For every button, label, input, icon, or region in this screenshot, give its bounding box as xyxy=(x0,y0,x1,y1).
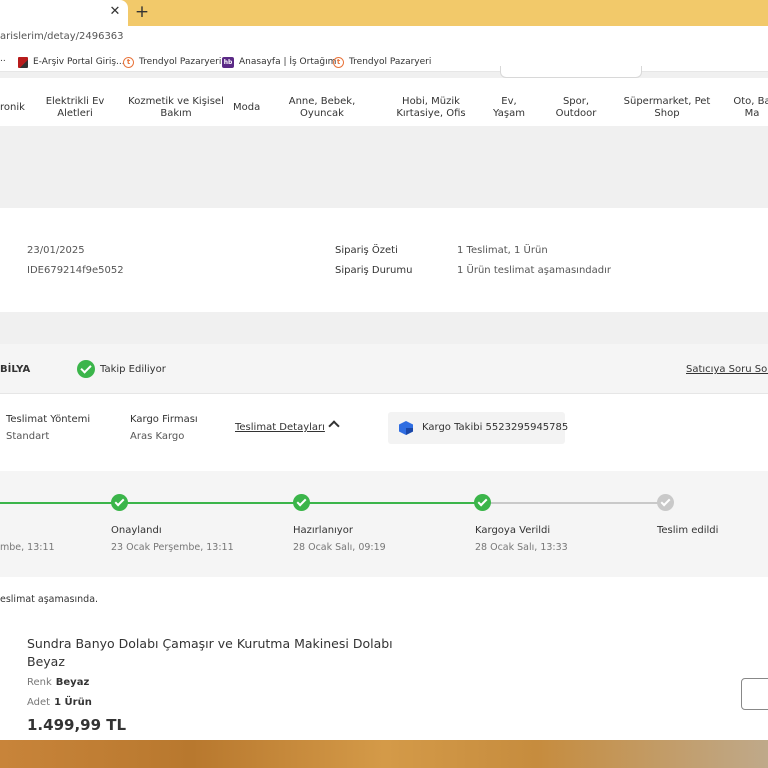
delivery-method-label: Teslimat Yöntemi xyxy=(6,414,91,425)
product-price: 1.499,99 TL xyxy=(27,716,127,734)
browser-tab-bar: ✕ + xyxy=(0,0,768,26)
color-label: Renk xyxy=(27,677,52,688)
qty-label: Adet xyxy=(27,697,51,708)
step-check-icon xyxy=(111,494,128,511)
order-summary-value: 1 Teslimat, 1 Ürün xyxy=(457,245,548,256)
step-label: Teslim edildi xyxy=(657,525,719,536)
chevron-up-icon[interactable] xyxy=(328,420,340,432)
cargo-tracking-button[interactable]: Kargo Takibi 5523295945785 xyxy=(388,412,569,444)
product-color: Renk Beyaz xyxy=(27,677,89,688)
nav-item-ev-yasam[interactable]: Ev, Yaşam xyxy=(492,96,526,120)
nav-item-supermarket[interactable]: Süpermarket, Pet Shop xyxy=(620,96,714,120)
order-status-label: Sipariş Durumu xyxy=(335,265,413,276)
nav-item-kozmetik[interactable]: Kozmetik ve Kişisel Bakım xyxy=(128,96,224,120)
step-date: 23 Ocak Perşembe, 13:11 xyxy=(111,542,234,553)
step-check-icon xyxy=(474,494,491,511)
category-nav: ronik Elektrikli Ev Aletleri Kozmetik ve… xyxy=(0,78,768,126)
package-icon xyxy=(399,421,413,435)
nav-item-hobi[interactable]: Hobi, Müzik Kırtasiye, Ofis xyxy=(392,96,470,120)
tracking-status: Takip Ediliyor xyxy=(100,364,166,375)
step-date: 28 Ocak Salı, 13:33 xyxy=(475,542,568,553)
bookmark-e-arsiv[interactable]: E-Arşiv Portal Giriş... xyxy=(18,55,125,69)
step-date: 28 Ocak Salı, 09:19 xyxy=(293,542,386,553)
nav-item-elektrikli-ev[interactable]: Elektrikli Ev Aletleri xyxy=(44,96,106,120)
delivery-details-link[interactable]: Teslimat Detayları xyxy=(235,422,325,433)
step-check-icon xyxy=(293,494,310,511)
bookmark-anasayfa[interactable]: hb Anasayfa | İş Ortağım xyxy=(222,55,336,69)
trendyol-icon: t xyxy=(123,56,134,68)
seller-header: BİLYA Takip Ediliyor Satıcıya Soru Sor xyxy=(0,344,768,394)
product-quantity: Adet 1 Ürün xyxy=(27,697,92,708)
color-value: Beyaz xyxy=(55,677,90,688)
order-progress: mbe, 13:11 Onaylandı 23 Ocak Perşembe, 1… xyxy=(0,471,768,577)
pdf-icon xyxy=(18,56,28,68)
order-status-value: 1 Ürün teslimat aşamasındadır xyxy=(457,265,612,276)
ask-seller-link[interactable]: Satıcıya Soru Sor xyxy=(686,364,768,375)
bookmark-trendyol-1[interactable]: t Trendyol Pazaryeri xyxy=(123,55,221,69)
address-bar[interactable]: arislerim/detay/2496363 xyxy=(0,26,768,50)
delivery-status-note: eslimat aşamasında. xyxy=(0,594,99,605)
cargo-tracking-text: Kargo Takibi 5523295945785 xyxy=(422,422,569,433)
nav-item-anne-bebek[interactable]: Anne, Bebek, Oyuncak xyxy=(286,96,358,120)
product-title[interactable]: Sundra Banyo Dolabı Çamaşır ve Kurutma M… xyxy=(27,635,407,671)
step-label: Onaylandı xyxy=(111,525,162,536)
step-pending-icon xyxy=(657,494,674,511)
progress-line-pending xyxy=(483,502,666,504)
step-date-partial: mbe, 13:11 xyxy=(0,542,55,553)
check-icon xyxy=(77,360,95,378)
product-action-button[interactable] xyxy=(741,678,768,710)
close-tab-icon[interactable]: ✕ xyxy=(108,4,122,20)
delivery-info: Teslimat Yöntemi Standart Kargo Firması … xyxy=(0,394,768,471)
order-summary-label: Sipariş Özeti xyxy=(335,245,398,256)
product-card: eslimat aşamasında. Sundra Banyo Dolabı … xyxy=(0,577,768,740)
trendyol-icon: t xyxy=(333,56,344,68)
search-box-edge[interactable] xyxy=(500,66,642,78)
bookmark-label: Trendyol Pazaryeri xyxy=(139,57,222,67)
qty-value: 1 Ürün xyxy=(54,697,92,708)
new-tab-button[interactable]: + xyxy=(134,3,150,21)
hb-icon: hb xyxy=(222,56,234,68)
order-number: IDE679214f9e5052 xyxy=(27,265,124,276)
nav-item-moda[interactable]: Moda xyxy=(233,102,260,114)
bookmark-trendyol-2[interactable]: t Trendyol Pazaryeri xyxy=(333,55,431,69)
bookmark-label: Trendyol Pazaryeri xyxy=(349,57,432,67)
delivery-method-value: Standart xyxy=(6,431,50,442)
bookmark-label: Anasayfa | İş Ortağım xyxy=(239,57,337,67)
carrier-value: Aras Kargo xyxy=(130,431,185,442)
nav-item-oto[interactable]: Oto, Ba Ma xyxy=(730,96,768,120)
url-text[interactable]: arislerim/detay/2496363 xyxy=(0,31,124,42)
step-label: Kargoya Verildi xyxy=(475,525,551,536)
order-summary-card: 23/01/2025 IDE679214f9e5052 Sipariş Özet… xyxy=(0,208,768,312)
nav-item-elektronik[interactable]: ronik xyxy=(0,102,25,114)
progress-line-done xyxy=(0,502,483,504)
bookmark-overflow[interactable]: .. xyxy=(0,54,6,64)
carrier-label: Kargo Firması xyxy=(130,414,198,425)
nav-item-spor[interactable]: Spor, Outdoor xyxy=(552,96,600,120)
order-date: 23/01/2025 xyxy=(27,245,85,256)
desktop-wallpaper xyxy=(0,740,768,768)
browser-tab[interactable]: ✕ xyxy=(0,0,128,26)
seller-name[interactable]: BİLYA xyxy=(0,364,30,375)
bookmark-label: E-Arşiv Portal Giriş... xyxy=(33,57,125,67)
bookmarks-bar: .. E-Arşiv Portal Giriş... t Trendyol Pa… xyxy=(0,50,768,72)
step-label: Hazırlanıyor xyxy=(293,525,353,536)
